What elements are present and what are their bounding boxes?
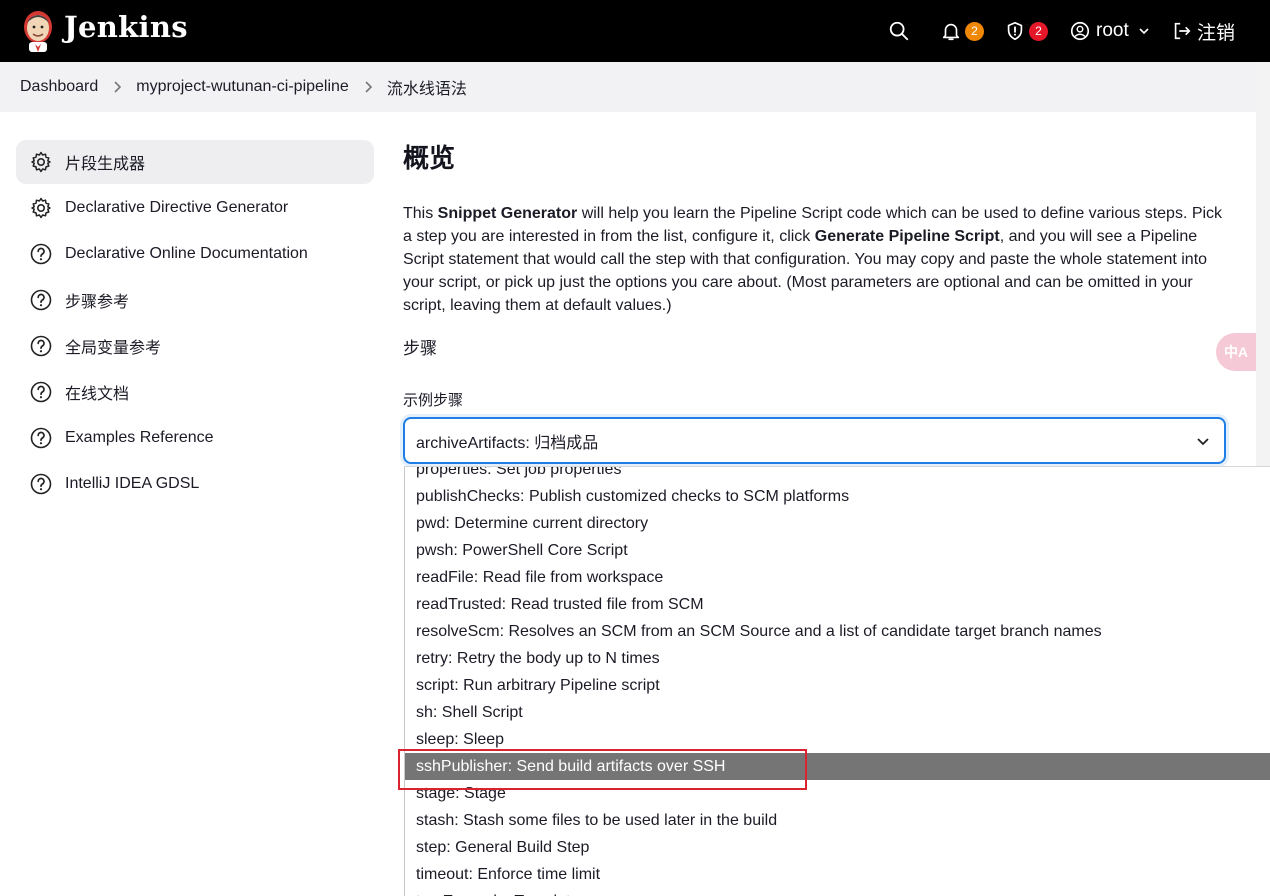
sidebar-item-online-docs[interactable]: 在线文档: [16, 370, 374, 414]
chevron-down-icon: [1197, 438, 1209, 446]
help-icon: [30, 335, 52, 357]
sample-step-label: 示例步骤: [403, 392, 464, 409]
notifications-badge: 2: [965, 21, 984, 41]
step-dropdown-list[interactable]: properties: Set job properties publishCh…: [404, 466, 1270, 896]
sidebar-item-intellij-gdsl[interactable]: IntelliJ IDEA GDSL: [16, 462, 374, 506]
dropdown-option[interactable]: script: Run arbitrary Pipeline script: [405, 672, 1270, 699]
sidebar-item-declarative-docs[interactable]: Declarative Online Documentation: [16, 232, 374, 276]
sidebar-item-global-variables[interactable]: 全局变量参考: [16, 324, 374, 368]
help-icon: [30, 289, 52, 311]
main-content: 概览 This Snippet Generator will help you …: [403, 140, 1233, 410]
user-icon: [1070, 21, 1090, 41]
jenkins-logo-icon[interactable]: [20, 9, 56, 53]
security-button[interactable]: 2: [1004, 0, 1048, 62]
dropdown-option[interactable]: timeout: Enforce time limit: [405, 861, 1270, 888]
sidebar-item-snippet-generator[interactable]: 片段生成器: [16, 140, 374, 184]
translate-button[interactable]: 中A: [1216, 333, 1256, 371]
sample-step-selected-value: archiveArtifacts: 归档成品: [416, 434, 599, 452]
user-name: root: [1096, 20, 1129, 41]
intro-bold-generate-script: Generate Pipeline Script: [814, 228, 1000, 245]
sidebar-item-label: Declarative Online Documentation: [65, 245, 308, 262]
sample-step-select[interactable]: archiveArtifacts: 归档成品: [403, 417, 1226, 464]
dropdown-option[interactable]: pwsh: PowerShell Core Script: [405, 537, 1270, 564]
intro-text-part: This: [403, 205, 438, 222]
page-title: 概览: [403, 143, 456, 173]
logout-button[interactable]: 注销: [1171, 0, 1235, 62]
gear-icon: [31, 197, 51, 219]
logout-icon: [1174, 22, 1191, 40]
dropdown-option[interactable]: properties: Set job properties: [405, 467, 1270, 483]
help-icon: [30, 243, 52, 265]
sidebar-item-examples-reference[interactable]: Examples Reference: [16, 416, 374, 460]
chevron-down-icon: [1139, 28, 1149, 35]
shield-icon: [1007, 21, 1023, 41]
breadcrumb-project[interactable]: myproject-wutunan-ci-pipeline: [136, 78, 349, 96]
sidebar-item-label: 在线文档: [65, 386, 130, 403]
search-button[interactable]: [888, 0, 910, 62]
dropdown-option[interactable]: step: General Build Step: [405, 834, 1270, 861]
dropdown-option[interactable]: sleep: Sleep: [405, 726, 1270, 753]
sidebar-item-label: Examples Reference: [65, 429, 214, 446]
dropdown-option[interactable]: resolveScm: Resolves an SCM from an SCM …: [405, 618, 1270, 645]
breadcrumb-dashboard[interactable]: Dashboard: [20, 78, 98, 96]
dropdown-option-highlighted[interactable]: sshPublisher: Send build artifacts over …: [405, 753, 1270, 780]
dropdown-option[interactable]: pwd: Determine current directory: [405, 510, 1270, 537]
dropdown-option[interactable]: publishChecks: Publish customized checks…: [405, 483, 1270, 510]
sidebar-item-label: IntelliJ IDEA GDSL: [65, 475, 200, 492]
sidebar-item-directive-generator[interactable]: Declarative Directive Generator: [16, 186, 374, 230]
search-icon: [889, 21, 909, 41]
help-icon: [30, 381, 52, 403]
gear-icon: [31, 151, 51, 173]
dropdown-option[interactable]: readTrusted: Read trusted file from SCM: [405, 591, 1270, 618]
steps-heading: 步骤: [403, 339, 437, 358]
sidebar-item-label: 全局变量参考: [65, 340, 162, 357]
brand-name[interactable]: Jenkins: [64, 10, 188, 44]
breadcrumb-pipeline-syntax[interactable]: 流水线语法: [387, 75, 467, 99]
breadcrumb: Dashboard myproject-wutunan-ci-pipeline …: [0, 62, 1256, 112]
help-icon: [30, 473, 52, 495]
logout-label: 注销: [1197, 22, 1236, 44]
sidebar-item-label: 片段生成器: [65, 156, 146, 173]
intro-bold-snippet-generator: Snippet Generator: [437, 205, 578, 222]
sidebar-item-label: 步骤参考: [65, 294, 130, 311]
intro-text: This Snippet Generator will help you lea…: [403, 202, 1223, 317]
dropdown-option[interactable]: sh: Shell Script: [405, 699, 1270, 726]
top-header: Jenkins 2 2 root 注销: [0, 0, 1270, 62]
chevron-right-icon: [349, 80, 387, 94]
dropdown-option[interactable]: stash: Stash some files to be used later…: [405, 807, 1270, 834]
chevron-right-icon: [98, 80, 136, 94]
dropdown-option[interactable]: tm: Expand a Template: [405, 888, 1270, 896]
dropdown-option[interactable]: readFile: Read file from workspace: [405, 564, 1270, 591]
help-icon: [30, 427, 52, 449]
sidebar-item-step-reference[interactable]: 步骤参考: [16, 278, 374, 322]
security-badge: 2: [1029, 21, 1048, 41]
dropdown-option[interactable]: stage: Stage: [405, 780, 1270, 807]
sidebar-item-label: Declarative Directive Generator: [65, 199, 289, 216]
sidebar: 片段生成器 Declarative Directive Generator De…: [16, 140, 374, 508]
user-menu[interactable]: root: [1069, 0, 1151, 62]
notifications-button[interactable]: 2: [940, 0, 984, 62]
dropdown-option[interactable]: retry: Retry the body up to N times: [405, 645, 1270, 672]
bell-icon: [942, 23, 960, 41]
